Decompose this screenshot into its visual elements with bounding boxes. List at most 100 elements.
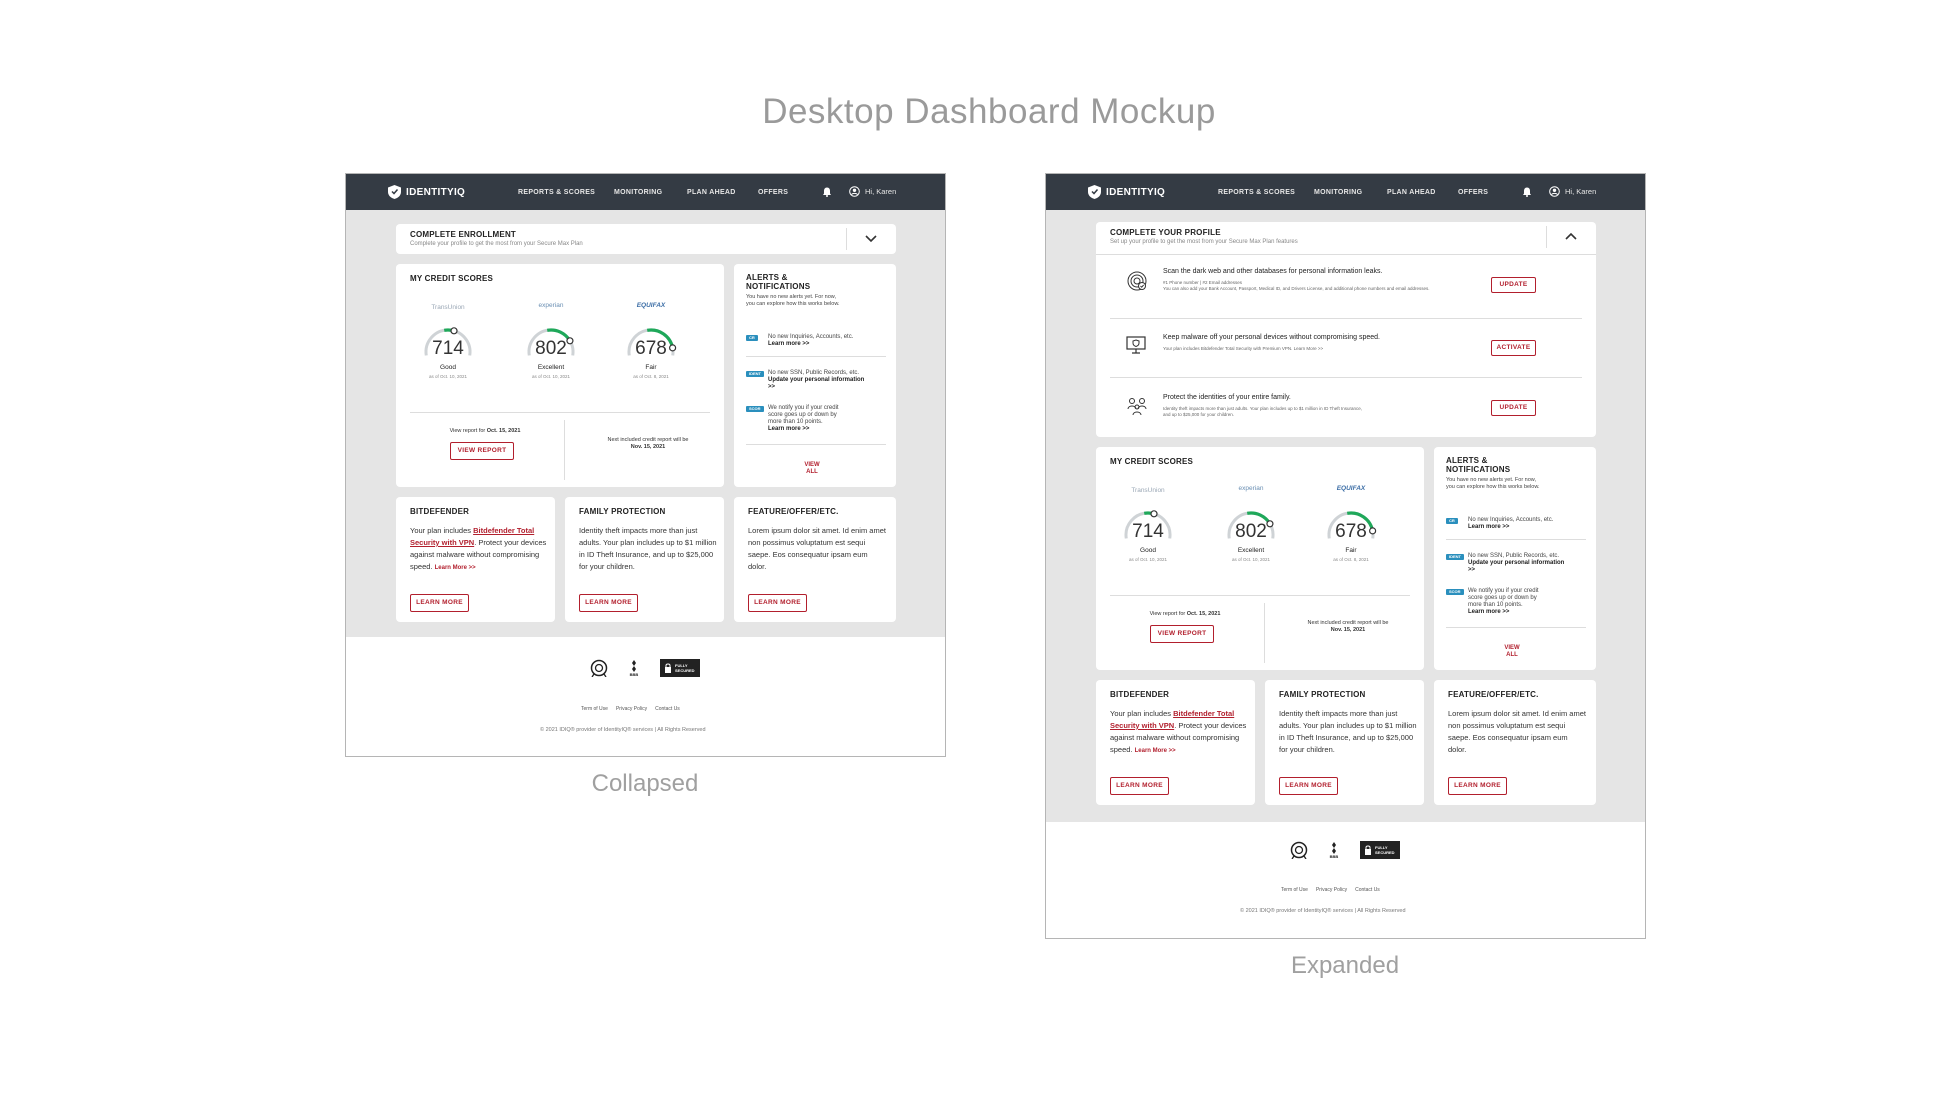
privacy-link[interactable]: Privacy Policy <box>616 706 647 712</box>
chevron-down-icon[interactable] <box>865 235 877 243</box>
view-report-text: View report for Oct. 15, 2021 <box>1149 611 1221 617</box>
learn-more-button[interactable]: LEARN MORE <box>748 594 807 612</box>
logo[interactable]: IDENTITYIQ <box>388 185 465 199</box>
update-button[interactable]: UPDATE <box>1491 277 1536 293</box>
alert-item[interactable]: CR No new Inquiries, Accounts, etc. Learn… <box>1446 517 1588 533</box>
alert-item[interactable]: CR No new Inquiries, Accounts, etc. Learn… <box>746 334 888 350</box>
dashboard-area: COMPLETE YOUR PROFILE Set up your profil… <box>1046 210 1645 822</box>
bureau-equifax: EQUIFAX <box>1336 485 1366 492</box>
score-date: as of Oct. 8, 2021 <box>633 374 669 379</box>
feature-text: Lorem ipsum dolor sit amet. Id enim amet… <box>1448 709 1586 754</box>
privacy-link[interactable]: Privacy Policy <box>1316 887 1347 893</box>
bureau-transunion: TransUnion <box>1131 487 1165 494</box>
contact-link[interactable]: Contact Us <box>655 706 680 712</box>
profile-row: Scan the dark web and other databases fo… <box>1096 262 1596 312</box>
score-gauge[interactable]: 802 Excellent as of Oct. 10, 2021 <box>521 322 581 379</box>
learn-more-button[interactable]: LEARN MORE <box>1110 777 1169 795</box>
shield-logo-icon <box>388 185 401 199</box>
family-icon <box>1127 398 1147 416</box>
alert-tag: CR <box>746 335 758 341</box>
bitdefender-card: BITDEFENDER Your plan includes Bitdefend… <box>396 497 555 622</box>
credit-scores-card: MY CREDIT SCORES TransUnion experian EQU… <box>1096 447 1424 670</box>
family-protection-card: FAMILY PROTECTION Identity theft impacts… <box>1265 680 1424 805</box>
family-text: Identity theft impacts more than just ad… <box>1279 709 1417 754</box>
nav-offers[interactable]: OFFERS <box>1458 189 1488 196</box>
alert-tag: IDENT <box>1446 554 1464 560</box>
profile-title: COMPLETE YOUR PROFILE <box>1110 228 1221 237</box>
credit-scores-title: MY CREDIT SCORES <box>410 274 494 283</box>
alert-item[interactable]: IDENT No new SSN, Public Records, etc. Up… <box>1446 553 1588 583</box>
bell-icon[interactable] <box>1522 187 1532 197</box>
nav-reports-scores[interactable]: REPORTS & SCORES <box>518 189 595 196</box>
alerts-intro: You have no new alerts yet. For now, you… <box>1446 477 1540 490</box>
scores-divider <box>410 412 710 413</box>
collapsed-mockup: IDENTITYIQ REPORTS & SCORES MONITORING P… <box>345 173 946 757</box>
footer-badges: BBB FULLY SECURED <box>590 659 700 677</box>
learn-more-button[interactable]: LEARN MORE <box>410 594 469 612</box>
learn-more-link[interactable]: Learn More >> <box>1135 748 1176 754</box>
nav-plan-ahead[interactable]: PLAN AHEAD <box>687 189 736 196</box>
alert-tag: CR <box>1446 518 1458 524</box>
alert-item[interactable]: SCOR We notify you if your credit score … <box>1446 588 1588 622</box>
profile-row-text: Protect the identities of your entire fa… <box>1163 394 1291 401</box>
view-report-button[interactable]: VIEW REPORT <box>1150 625 1214 643</box>
enrollment-divider <box>846 228 847 250</box>
feature-offer-card: FEATURE/OFFER/ETC. Lorem ipsum dolor sit… <box>734 497 896 622</box>
alert-tag: SCOR <box>746 406 764 412</box>
shield-logo-icon <box>1088 185 1101 199</box>
nav-plan-ahead[interactable]: PLAN AHEAD <box>1387 189 1436 196</box>
user-menu[interactable]: Hi, Karen <box>849 186 896 197</box>
learn-more-button[interactable]: LEARN MORE <box>1279 777 1338 795</box>
user-greeting: Hi, Karen <box>865 187 897 196</box>
enrollment-card[interactable]: COMPLETE ENROLLMENT Complete your profil… <box>396 224 896 254</box>
next-report-text: Next included credit report will be Nov.… <box>607 437 689 450</box>
nav-monitoring[interactable]: MONITORING <box>1314 189 1362 196</box>
score-gauge[interactable]: 714 Good as of Oct. 10, 2021 <box>418 322 478 379</box>
score-gauge[interactable]: 802 Excellent as of Oct. 10, 2021 <box>1221 505 1281 562</box>
contact-link[interactable]: Contact Us <box>1355 887 1380 893</box>
score-gauge[interactable]: 678 Fair as of Oct. 8, 2021 <box>1321 505 1381 562</box>
profile-row: Keep malware off your personal devices w… <box>1096 322 1596 370</box>
score-rating: Excellent <box>1237 547 1265 554</box>
alert-item[interactable]: SCOR We notify you if your credit score … <box>746 405 888 439</box>
score-gauge[interactable]: 678 Fair as of Oct. 8, 2021 <box>621 322 681 379</box>
view-all-link[interactable]: VIEW ALL <box>800 462 824 476</box>
credit-scores-card: MY CREDIT SCORES TransUnion experian EQU… <box>396 264 724 487</box>
learn-more-link[interactable]: Learn More >> <box>435 565 476 571</box>
bitdefender-text: Your plan includes Bitdefender Total Sec… <box>1110 709 1247 754</box>
alert-item[interactable]: IDENT No new SSN, Public Records, etc. Up… <box>746 370 888 400</box>
nav-monitoring[interactable]: MONITORING <box>614 189 662 196</box>
feature-text: Lorem ipsum dolor sit amet. Id enim amet… <box>748 526 886 571</box>
score-date: as of Oct. 10, 2021 <box>1128 557 1168 562</box>
score-gauge[interactable]: 714 Good as of Oct. 10, 2021 <box>1118 505 1178 562</box>
learn-more-button[interactable]: LEARN MORE <box>1448 777 1507 795</box>
nav-reports-scores[interactable]: REPORTS & SCORES <box>1218 189 1295 196</box>
profile-header-divider <box>1096 254 1596 255</box>
nav-offers[interactable]: OFFERS <box>758 189 788 196</box>
profile-row-text: Keep malware off your personal devices w… <box>1163 334 1380 341</box>
activate-button[interactable]: ACTIVATE <box>1491 340 1536 356</box>
view-report-button[interactable]: VIEW REPORT <box>450 442 514 460</box>
scores-vdivider <box>564 420 565 480</box>
alerts-intro: You have no new alerts yet. For now, you… <box>746 294 840 307</box>
bureau-equifax: EQUIFAX <box>636 302 666 309</box>
update-button[interactable]: UPDATE <box>1491 400 1536 416</box>
copyright: © 2021 IDIQ® provider of IdentityIQ® ser… <box>1240 908 1406 914</box>
user-circle-icon <box>1549 186 1560 197</box>
fully-secured-icon: FULLY SECURED <box>1360 841 1400 859</box>
score-rating: Fair <box>1345 547 1357 554</box>
user-menu[interactable]: Hi, Karen <box>1549 186 1596 197</box>
bell-icon[interactable] <box>822 187 832 197</box>
learn-more-button[interactable]: LEARN MORE <box>579 594 638 612</box>
terms-link[interactable]: Term of Use <box>1281 887 1308 893</box>
alerts-title: ALERTS & NOTIFICATIONS <box>746 273 811 291</box>
view-all-link[interactable]: VIEW ALL <box>1500 645 1524 659</box>
logo[interactable]: IDENTITYIQ <box>1088 185 1165 199</box>
feature-offer-card: FEATURE/OFFER/ETC. Lorem ipsum dolor sit… <box>1434 680 1596 805</box>
alert-divider <box>1446 627 1586 628</box>
top-nav: IDENTITYIQ REPORTS & SCORES MONITORING P… <box>346 174 945 210</box>
logo-text: IDENTITYIQ <box>406 186 466 198</box>
chevron-up-icon[interactable] <box>1565 232 1577 240</box>
score-value: 678 <box>1335 521 1367 542</box>
terms-link[interactable]: Term of Use <box>581 706 608 712</box>
